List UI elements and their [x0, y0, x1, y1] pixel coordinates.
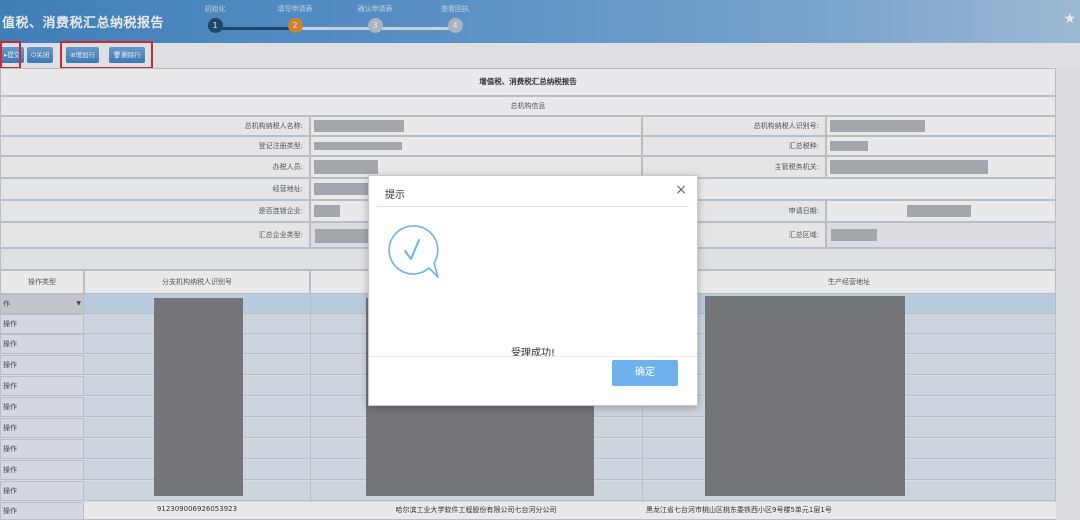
ok-button[interactable]: 确定 [612, 360, 678, 386]
dialog-title: 提示 [385, 190, 405, 201]
close-icon[interactable]: × [675, 182, 687, 198]
page: 值税、消费税汇总纳税报告 初始化 1 填写申请表 2 确认申请表 3 查看回执 … [0, 0, 1080, 520]
dialog-footer-divider [369, 356, 697, 357]
speech-bubble-check-icon [386, 223, 441, 281]
dialog-divider [377, 206, 689, 207]
success-dialog: 提示 × 受理成功! 确定 [368, 175, 698, 406]
